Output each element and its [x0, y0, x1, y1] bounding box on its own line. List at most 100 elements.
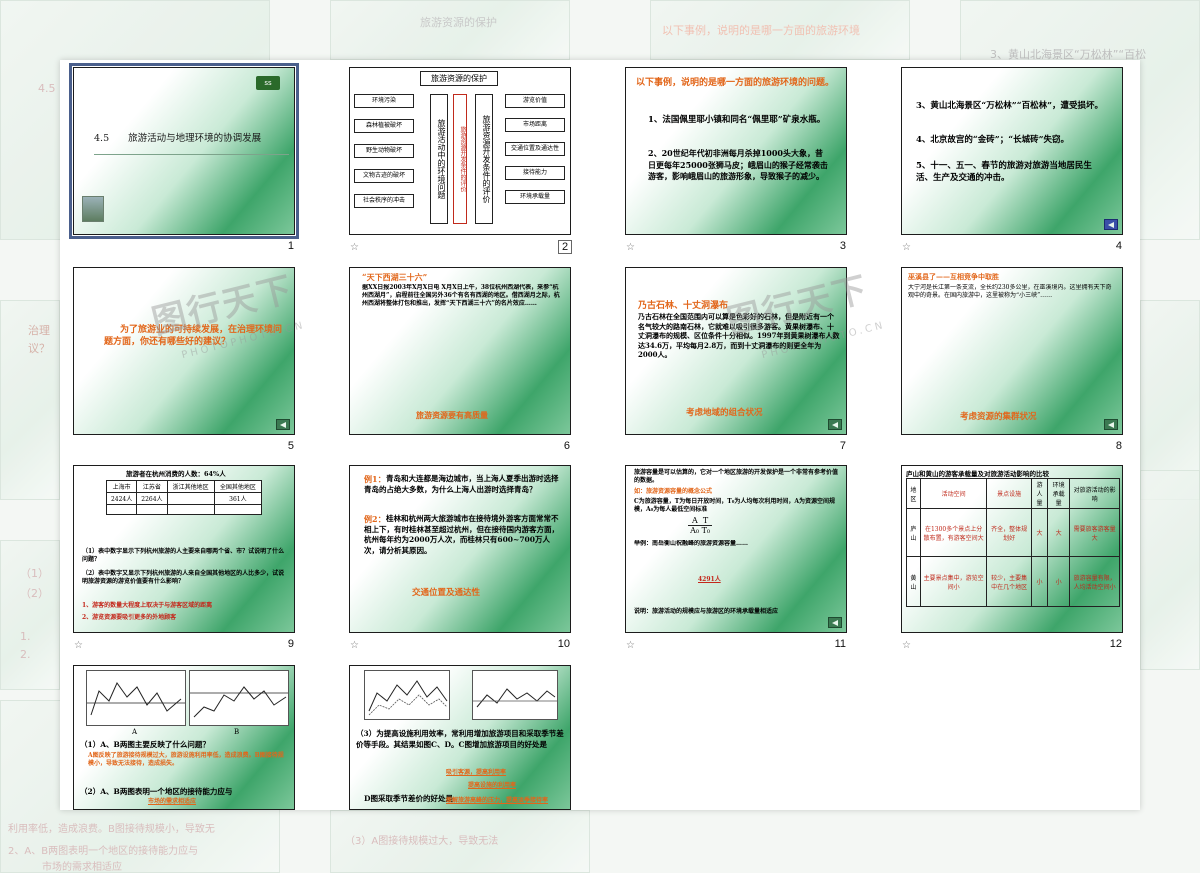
- slide-body: 乃古石林在全国范围内可以算是色彩好的石林，但是附近有一个名气较大的路南石林，它就…: [638, 312, 840, 359]
- slide-thumbnail-8[interactable]: 巫溪县了——互相竞争中取胜 大宁河是长江第一条支流，全长约230多公里，在巫溪境…: [901, 267, 1123, 435]
- slide-number: 11: [834, 638, 846, 650]
- line-chart-b: [189, 670, 289, 726]
- slide-heading: 巫溪县了——互相竞争中取胜: [908, 272, 999, 281]
- back-arrow-icon[interactable]: [1104, 219, 1118, 230]
- slide-caption: 交通位置及通达性: [412, 588, 481, 598]
- question-3: （3）为提高设施利用效率，常利用增加旅游项目和采取季节差价等手段。其结果如图C、…: [356, 729, 564, 749]
- slide-thumbnail-5[interactable]: 为了旅游业的可持续发展，在治理环境问题方面，你还有哪些好的建议？: [73, 267, 295, 435]
- transition-star-icon: ☆: [350, 640, 359, 651]
- slide-thumbnail-14[interactable]: （3）为提高设施利用效率，常利用增加旅游项目和采取季节差价等手段。其结果如图C、…: [349, 665, 571, 810]
- line-chart-d: [472, 670, 558, 720]
- back-arrow-icon[interactable]: [1104, 419, 1118, 430]
- diagram-center-b: 旅游资源开发条件的评价: [453, 94, 467, 224]
- table-cell: 2424人: [105, 492, 138, 505]
- formula-text: C为旅游容量，T为每日开放时间，T₀为人均每次利用时间，A为资源空间规模，A₀为…: [634, 498, 835, 513]
- table-cell: [136, 504, 168, 515]
- slide-thumbnail-3[interactable]: 以下事例，说明的是哪一方面的旅游环境的问题。 1、法国佩里耶小镇和同名“佩里耶”…: [625, 67, 847, 235]
- ghost-text: 议？: [28, 342, 50, 355]
- slide-photo: [82, 196, 104, 222]
- table-header-cell: 江苏省: [136, 480, 168, 493]
- ghost-slide: [330, 0, 570, 60]
- slide-thumbnail-6[interactable]: “天下西湖三十六” 据XX日报2003年X月X日电 X月X日上午，38位杭州西湖…: [349, 267, 571, 435]
- transition-star-icon: ☆: [350, 242, 359, 253]
- slide-caption: 旅游资源要有高质量: [416, 410, 488, 420]
- slide-divider: [94, 154, 289, 155]
- conclusion: 说明：旅游活动的规模应与旅游区的环境承载量相适应: [634, 608, 779, 615]
- diagram-box: 文物古迹的破坏: [354, 169, 414, 183]
- example-body-2: 桂林和杭州两大旅游城市在接待境外游客方面常常不相上下，有时桂林甚至超过杭州，但在…: [364, 514, 559, 555]
- slide-number: 9: [287, 638, 294, 650]
- slide-item: 1、法国佩里耶小镇和同名“佩里耶”矿泉水瓶。: [648, 115, 826, 125]
- slide-item: 5、十一、五一、春节的旅游对旅游当地居民生活、生产及交通的冲击。: [916, 161, 1092, 183]
- table-cell: 主要景点集中，游览空间小: [919, 556, 988, 607]
- transition-star-icon: ☆: [74, 640, 83, 651]
- answer-value: 4291人: [698, 576, 721, 583]
- slide-number: 5: [287, 440, 294, 452]
- ghost-text: 旅游资源的保护: [420, 16, 497, 29]
- slide-thumbnail-1[interactable]: ss 4.5 旅游活动与地理环境的协调发展: [69, 63, 299, 239]
- slide-thumbnail-12[interactable]: 庐山和黄山的游客承载量及对旅游活动影响的比较 地区 活动空间 景点设施 游人量 …: [901, 465, 1123, 633]
- ghost-text: 以下事例，说明的是哪一方面的旅游环境: [662, 24, 860, 37]
- ghost-text: （2）: [20, 587, 49, 600]
- slide-number: 10: [557, 638, 570, 650]
- back-arrow-icon[interactable]: [828, 419, 842, 430]
- table-cell: 较少，主要集中在几个地区: [986, 556, 1032, 607]
- answer-3a: 吸引客源，提高利用率: [446, 769, 507, 776]
- question-1: （1）A、B两图主要反映了什么问题？: [80, 740, 210, 749]
- slide-thumbnail-4[interactable]: 3、黄山北海景区“万松林”“百松林”，遭受损坏。 4、北京故宫的“金砖”；“长城…: [901, 67, 1123, 235]
- diagram-box: 市场距离: [505, 118, 565, 132]
- answer-3b: 提高设施的利用率: [468, 782, 517, 789]
- slide-thumbnail-10[interactable]: 例1： 青岛和大连都是海边城市，当上海人夏季出游时选择青岛的占绝大多数，为什么上…: [349, 465, 571, 633]
- table-cell: 旅游容量有限，人均活动空间小: [1069, 556, 1120, 607]
- slide-number: 6: [563, 440, 570, 452]
- diagram-center-c: 旅游资源开发条件的评价: [475, 94, 493, 224]
- formula-denominator: A₀ T₀: [690, 526, 711, 535]
- slide-item: 2、20世纪年代初非洲每月杀掉1000头大象，昔日更每年25000张狮马皮；峨眉…: [648, 148, 828, 181]
- table-header-cell: 地区: [906, 478, 921, 509]
- table-cell: [166, 492, 215, 505]
- question-1: （1）表中数字显示下列杭州旅游的人主要来自哪两个省、市？试说明了什么问题？: [82, 548, 285, 563]
- slide-sorter-window: ss 4.5 旅游活动与地理环境的协调发展 1 旅游资源的保护 环境污染 森林植…: [60, 60, 1140, 810]
- transition-star-icon: ☆: [626, 640, 635, 651]
- diagram-title: 旅游资源的保护: [420, 71, 498, 86]
- question-4: D图采取季节差价的好处是: [364, 794, 454, 803]
- table-cell: 庐山: [906, 508, 921, 557]
- table-header-cell: 上海市: [105, 480, 138, 493]
- table-cell: [105, 504, 138, 515]
- slide-number: 7: [839, 440, 846, 452]
- table-cell: 需要旅客游客量大: [1069, 508, 1120, 557]
- slide-thumbnail-11[interactable]: 旅游容量是可以估算的，它对一个地区旅游的开发保护是一个非常有参考价值的数据。 如…: [625, 465, 847, 633]
- slide-thumbnail-2[interactable]: 旅游资源的保护 环境污染 森林植被破坏 野生动物破坏 文物古迹的破坏 社会秩序的…: [349, 67, 571, 235]
- question-2: （2）A、B两图表明一个地区的接待能力应与: [80, 787, 233, 796]
- table-cell: 在1300多个景点上分散布置，有游客空间大: [919, 508, 988, 557]
- table-cell: 大: [1030, 508, 1049, 557]
- answer-1: 1、游客的数量大程度上取决于与游客区域的距离: [82, 602, 213, 609]
- slide-body: 旅游容量是可以估算的，它对一个地区旅游的开发保护是一个非常有参考价值的数据。: [634, 469, 839, 484]
- diagram-right-column: 游览价值 市场距离 交通位置及通达性 接待能力 环境承载量: [505, 94, 565, 204]
- slide-thumbnail-7[interactable]: 乃古石林、十丈洞瀑布 乃古石林在全国范围内可以算是色彩好的石林，但是附近有一个名…: [625, 267, 847, 435]
- comparison-table: 地区 活动空间 景点设施 游人量 环境承载量 对旅游活动的影响 庐山 在1300…: [906, 478, 1120, 607]
- ghost-text: 治理: [28, 324, 50, 337]
- formula-numerator: A T: [688, 516, 713, 526]
- table-header-cell: 活动空间: [919, 478, 988, 509]
- back-arrow-icon[interactable]: [276, 419, 290, 430]
- slide-thumbnail-13[interactable]: A B （1）A、B两图主要反映了什么问题？ A图反映了旅游接待规模过大，旅游设…: [73, 665, 295, 810]
- slide-item: 3、黄山北海景区“万松林”“百松林”，遭受损坏。: [916, 101, 1103, 111]
- table-cell: 小: [1030, 556, 1049, 607]
- slide-number: 3: [839, 240, 846, 252]
- slide-caption: 考虑地域的组合状况: [686, 408, 763, 418]
- table-cell: 大: [1047, 508, 1071, 557]
- slide-heading: “天下西湖三十六”: [362, 272, 428, 282]
- table-cell: 361人: [213, 492, 263, 505]
- diagram-box: 社会秩序的冲击: [354, 194, 414, 208]
- slide-number: 2: [558, 240, 572, 254]
- table-cell: 黄山: [906, 556, 921, 607]
- slide-title: 4.5 旅游活动与地理环境的协调发展: [94, 133, 262, 144]
- table-header-cell: 景点设施: [986, 478, 1032, 509]
- table-header-cell: 全国其他地区: [213, 480, 263, 493]
- back-arrow-icon[interactable]: [828, 617, 842, 628]
- answer-4: 缓解旅游高峰的压力，提高淡季接待率: [446, 797, 549, 804]
- slide-heading: 以下事例，说明的是哪一方面的旅游环境的问题。: [636, 78, 835, 88]
- table-cell: [213, 504, 263, 515]
- slide-thumbnail-9[interactable]: 旅游者在杭州消费的人数：64%人 上海市 江苏省 浙江其他地区 全国其他地区 2…: [73, 465, 295, 633]
